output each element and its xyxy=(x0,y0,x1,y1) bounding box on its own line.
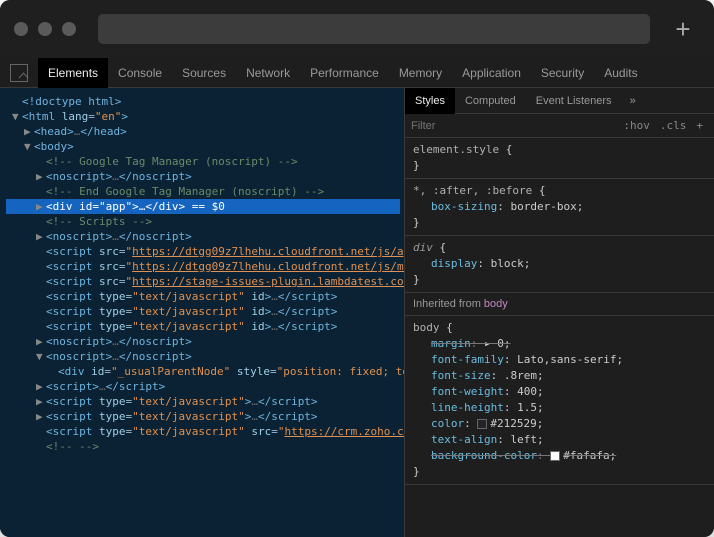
tab-memory[interactable]: Memory xyxy=(389,58,452,88)
dom-line[interactable]: ▶<script type="text/javascript">…</scrip… xyxy=(6,394,400,409)
url-bar[interactable] xyxy=(98,14,650,44)
dom-line[interactable]: ▶<script type="text/javascript">…</scrip… xyxy=(6,409,400,424)
dom-line[interactable]: ▼<noscript>…</noscript> xyxy=(6,349,400,364)
window-controls xyxy=(14,22,76,36)
tab-performance[interactable]: Performance xyxy=(300,58,389,88)
css-rule[interactable]: body {margin: ▸ 0;font-family: Lato,sans… xyxy=(405,316,714,485)
devtools: ElementsConsoleSourcesNetworkPerformance… xyxy=(0,58,714,537)
cls-toggle[interactable]: .cls xyxy=(655,119,692,132)
subtab-computed[interactable]: Computed xyxy=(455,88,526,114)
devtools-tabbar: ElementsConsoleSourcesNetworkPerformance… xyxy=(0,58,714,88)
styles-sidebar: StylesComputedEvent Listeners » :hov .cl… xyxy=(404,88,714,537)
dom-line[interactable]: ▶<script>…</script> xyxy=(6,379,400,394)
titlebar: + xyxy=(0,0,714,58)
tab-sources[interactable]: Sources xyxy=(172,58,236,88)
dom-line[interactable]: <div id="_usualParentNode" style="positi… xyxy=(6,364,400,379)
browser-window: + ElementsConsoleSourcesNetworkPerforman… xyxy=(0,0,714,537)
dom-line[interactable]: ▼<body> xyxy=(6,139,400,154)
subtab-styles[interactable]: Styles xyxy=(405,88,455,114)
dom-line[interactable]: ▶<head>…</head> xyxy=(6,124,400,139)
dom-line[interactable]: <script type="text/javascript" src="http… xyxy=(6,424,400,439)
dom-line[interactable]: <script type="text/javascript" id>…</scr… xyxy=(6,319,400,334)
dom-line[interactable]: ▼<html lang="en"> xyxy=(6,109,400,124)
new-rule-button[interactable]: + xyxy=(691,119,708,132)
tab-security[interactable]: Security xyxy=(531,58,594,88)
filter-row: :hov .cls + xyxy=(405,114,714,138)
dom-line[interactable]: <!-- Google Tag Manager (noscript) --> xyxy=(6,154,400,169)
css-rule[interactable]: div {display: block;} xyxy=(405,236,714,293)
styles-subtabs: StylesComputedEvent Listeners » xyxy=(405,88,714,114)
subtab-event-listeners[interactable]: Event Listeners xyxy=(526,88,622,114)
dom-line[interactable]: <script src="https://dtgg09z7lhehu.cloud… xyxy=(6,259,400,274)
inspect-icon[interactable] xyxy=(10,64,28,82)
dom-line[interactable]: ▶<div id="app">…</div> == $0 xyxy=(6,199,400,214)
css-rule[interactable]: *, :after, :before {box-sizing: border-b… xyxy=(405,179,714,236)
dom-line[interactable]: <script type="text/javascript" id>…</scr… xyxy=(6,304,400,319)
new-tab-button[interactable]: + xyxy=(672,18,694,40)
dom-line[interactable]: <script src="https://stage-issues-plugin… xyxy=(6,274,400,289)
styles-pane[interactable]: element.style {}*, :after, :before {box-… xyxy=(405,138,714,537)
dom-line[interactable]: <!-- --> xyxy=(6,439,400,454)
dom-line[interactable]: <!doctype html> xyxy=(6,94,400,109)
devtools-panels: <!doctype html>▼<html lang="en">▶<head>…… xyxy=(0,88,714,537)
dom-line[interactable]: ▶<noscript>…</noscript> xyxy=(6,169,400,184)
dom-line[interactable]: <script type="text/javascript" id>…</scr… xyxy=(6,289,400,304)
dom-line[interactable]: <script src="https://dtgg09z7lhehu.cloud… xyxy=(6,244,400,259)
tab-console[interactable]: Console xyxy=(108,58,172,88)
css-rule[interactable]: element.style {} xyxy=(405,138,714,179)
tab-network[interactable]: Network xyxy=(236,58,300,88)
dom-line[interactable]: <!-- Scripts --> xyxy=(6,214,400,229)
filter-input[interactable] xyxy=(411,120,618,132)
dom-line[interactable]: <!-- End Google Tag Manager (noscript) -… xyxy=(6,184,400,199)
hov-toggle[interactable]: :hov xyxy=(618,119,655,132)
dom-tree[interactable]: <!doctype html>▼<html lang="en">▶<head>…… xyxy=(0,88,404,537)
close-dot[interactable] xyxy=(14,22,28,36)
minimize-dot[interactable] xyxy=(38,22,52,36)
more-tabs-icon[interactable]: » xyxy=(622,95,644,107)
maximize-dot[interactable] xyxy=(62,22,76,36)
tab-application[interactable]: Application xyxy=(452,58,531,88)
tab-elements[interactable]: Elements xyxy=(38,58,108,88)
inherit-divider: Inherited from body xyxy=(405,293,714,316)
dom-line[interactable]: ▶<noscript>…</noscript> xyxy=(6,229,400,244)
dom-line[interactable]: ▶<noscript>…</noscript> xyxy=(6,334,400,349)
tab-audits[interactable]: Audits xyxy=(594,58,647,88)
